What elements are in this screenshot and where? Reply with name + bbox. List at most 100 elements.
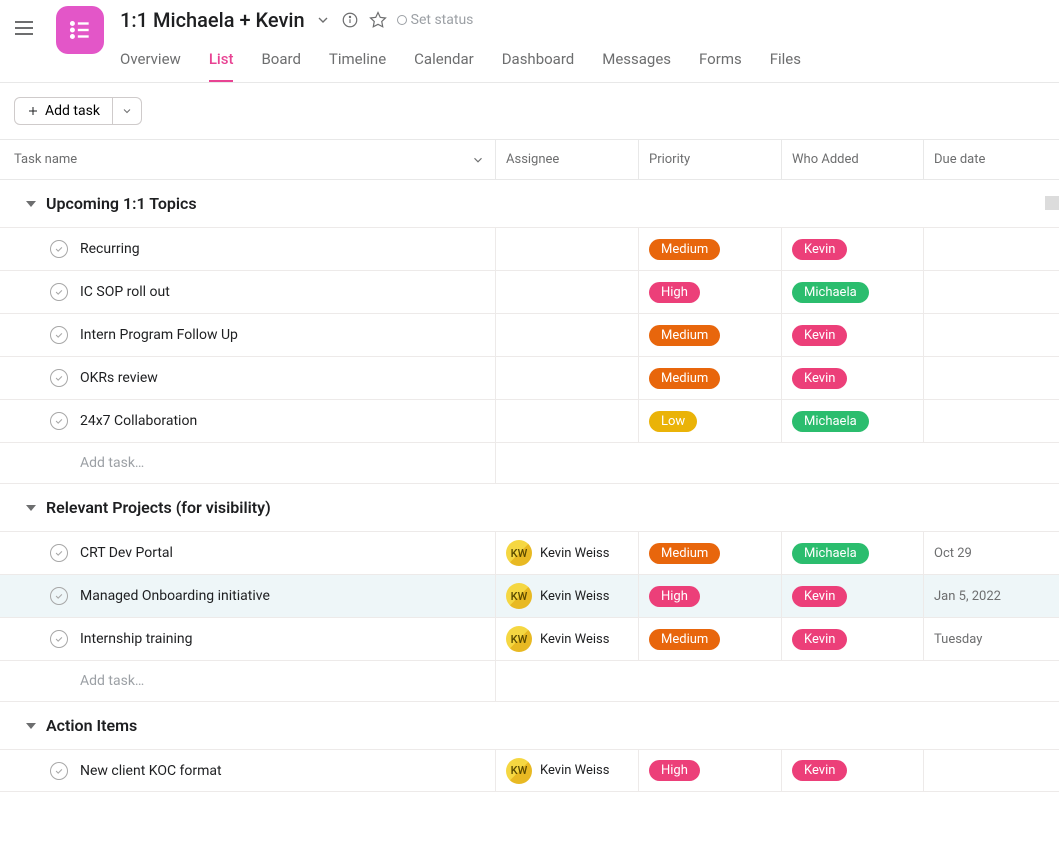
due-date-cell[interactable]: Tuesday [924, 618, 1059, 660]
due-date-cell[interactable] [924, 400, 1059, 442]
section-header[interactable]: Upcoming 1:1 Topics [0, 180, 1059, 227]
add-task-dropdown[interactable] [113, 97, 142, 125]
priority-cell[interactable]: High [639, 575, 782, 617]
tab-timeline[interactable]: Timeline [329, 44, 386, 82]
who-added-cell[interactable]: Kevin [782, 575, 924, 617]
add-task-placeholder: Add task… [0, 443, 496, 483]
priority-pill: Medium [649, 543, 720, 564]
section-title: Upcoming 1:1 Topics [46, 194, 197, 213]
assignee-cell[interactable]: KWKevin Weiss [496, 618, 639, 660]
task-row[interactable]: 24x7 CollaborationLowMichaela [0, 399, 1059, 442]
due-date-cell[interactable] [924, 228, 1059, 270]
complete-task-icon[interactable] [50, 587, 68, 605]
priority-cell[interactable]: Low [639, 400, 782, 442]
due-date-cell[interactable] [924, 271, 1059, 313]
priority-pill: High [649, 760, 700, 781]
tab-messages[interactable]: Messages [602, 44, 671, 82]
who-added-cell[interactable]: Kevin [782, 357, 924, 399]
priority-cell[interactable]: High [639, 750, 782, 791]
task-row[interactable]: Recurring MediumKevin [0, 227, 1059, 270]
tab-files[interactable]: Files [770, 44, 801, 82]
priority-cell[interactable]: Medium [639, 314, 782, 356]
assignee-cell[interactable]: KWKevin Weiss [496, 575, 639, 617]
due-date-cell[interactable] [924, 750, 1059, 791]
who-added-pill: Kevin [792, 586, 847, 607]
info-icon[interactable] [341, 11, 359, 29]
task-row[interactable]: New client KOC format KWKevin Weiss High Ke… [0, 749, 1059, 792]
priority-cell[interactable]: High [639, 271, 782, 313]
task-name: Internship training [80, 631, 193, 647]
status-circle-icon [397, 15, 407, 25]
column-task-name[interactable]: Task name [0, 140, 496, 179]
column-priority[interactable]: Priority [639, 140, 782, 179]
tab-board[interactable]: Board [261, 44, 300, 82]
due-date-cell[interactable] [924, 357, 1059, 399]
priority-cell[interactable]: Medium [639, 228, 782, 270]
priority-pill: Medium [649, 325, 720, 346]
who-added-cell[interactable]: Michaela [782, 400, 924, 442]
who-added-cell[interactable]: Kevin [782, 314, 924, 356]
who-added-cell[interactable]: Kevin [782, 750, 924, 791]
complete-task-icon[interactable] [50, 326, 68, 344]
assignee-cell[interactable] [496, 271, 639, 313]
due-date-cell[interactable]: Jan 5, 2022 [924, 575, 1059, 617]
add-task-row[interactable]: Add task… [0, 442, 1059, 484]
task-row[interactable]: Internship training KWKevin WeissMedium Ke… [0, 617, 1059, 660]
due-date-cell[interactable]: Oct 29 [924, 532, 1059, 574]
column-who-added[interactable]: Who Added [782, 140, 924, 179]
assignee-cell[interactable] [496, 357, 639, 399]
who-added-cell[interactable]: Michaela [782, 532, 924, 574]
task-name: IC SOP roll out [80, 284, 170, 300]
tab-overview[interactable]: Overview [120, 44, 181, 82]
tab-list[interactable]: List [209, 44, 234, 82]
task-name: New client KOC format [80, 763, 222, 779]
tab-forms[interactable]: Forms [699, 44, 742, 82]
menu-icon[interactable] [12, 16, 36, 40]
who-added-cell[interactable]: Kevin [782, 618, 924, 660]
task-row[interactable]: IC SOP roll out High Michaela [0, 270, 1059, 313]
complete-task-icon[interactable] [50, 283, 68, 301]
assignee-cell[interactable]: KWKevin Weiss [496, 750, 639, 791]
assignee-name: Kevin Weiss [540, 546, 609, 561]
who-added-pill: Michaela [792, 282, 869, 303]
complete-task-icon[interactable] [50, 240, 68, 258]
star-icon[interactable] [369, 11, 387, 29]
assignee-cell[interactable] [496, 228, 639, 270]
toolbar: Add task [0, 83, 1059, 139]
assignee-cell[interactable]: KWKevin Weiss [496, 532, 639, 574]
assignee-cell[interactable] [496, 400, 639, 442]
assignee-name: Kevin Weiss [540, 763, 609, 778]
chevron-down-icon[interactable] [315, 12, 331, 28]
column-due-date[interactable]: Due date [924, 140, 1059, 179]
task-row[interactable]: OKRs reviewMediumKevin [0, 356, 1059, 399]
tab-calendar[interactable]: Calendar [414, 44, 474, 82]
task-name: Recurring [80, 241, 140, 257]
priority-cell[interactable]: Medium [639, 357, 782, 399]
page-title[interactable]: 1:1 Michaela + Kevin [120, 8, 305, 32]
due-date-cell[interactable] [924, 314, 1059, 356]
complete-task-icon[interactable] [50, 544, 68, 562]
chevron-down-icon[interactable] [471, 153, 485, 167]
task-row[interactable]: Managed Onboarding initiativeKWKevin Wei… [0, 574, 1059, 617]
assignee-cell[interactable] [496, 314, 639, 356]
who-added-cell[interactable]: Kevin [782, 228, 924, 270]
add-task-button[interactable]: Add task [14, 97, 113, 125]
column-assignee[interactable]: Assignee [496, 140, 639, 179]
complete-task-icon[interactable] [50, 412, 68, 430]
priority-cell[interactable]: Medium [639, 532, 782, 574]
task-row[interactable]: CRT Dev PortalKWKevin WeissMediumMichael… [0, 531, 1059, 574]
priority-cell[interactable]: Medium [639, 618, 782, 660]
set-status-button[interactable]: Set status [397, 12, 474, 28]
complete-task-icon[interactable] [50, 762, 68, 780]
add-task-row[interactable]: Add task… [0, 660, 1059, 702]
complete-task-icon[interactable] [50, 369, 68, 387]
task-row[interactable]: Intern Program Follow UpMediumKevin [0, 313, 1059, 356]
who-added-cell[interactable]: Michaela [782, 271, 924, 313]
complete-task-icon[interactable] [50, 630, 68, 648]
section-header[interactable]: Action Items [0, 702, 1059, 749]
section-header[interactable]: Relevant Projects (for visibility) [0, 484, 1059, 531]
scrollbar-up-icon[interactable] [1045, 196, 1059, 210]
who-added-pill: Kevin [792, 629, 847, 650]
header: 1:1 Michaela + Kevin Set status Overview… [0, 0, 1059, 83]
tab-dashboard[interactable]: Dashboard [502, 44, 575, 82]
